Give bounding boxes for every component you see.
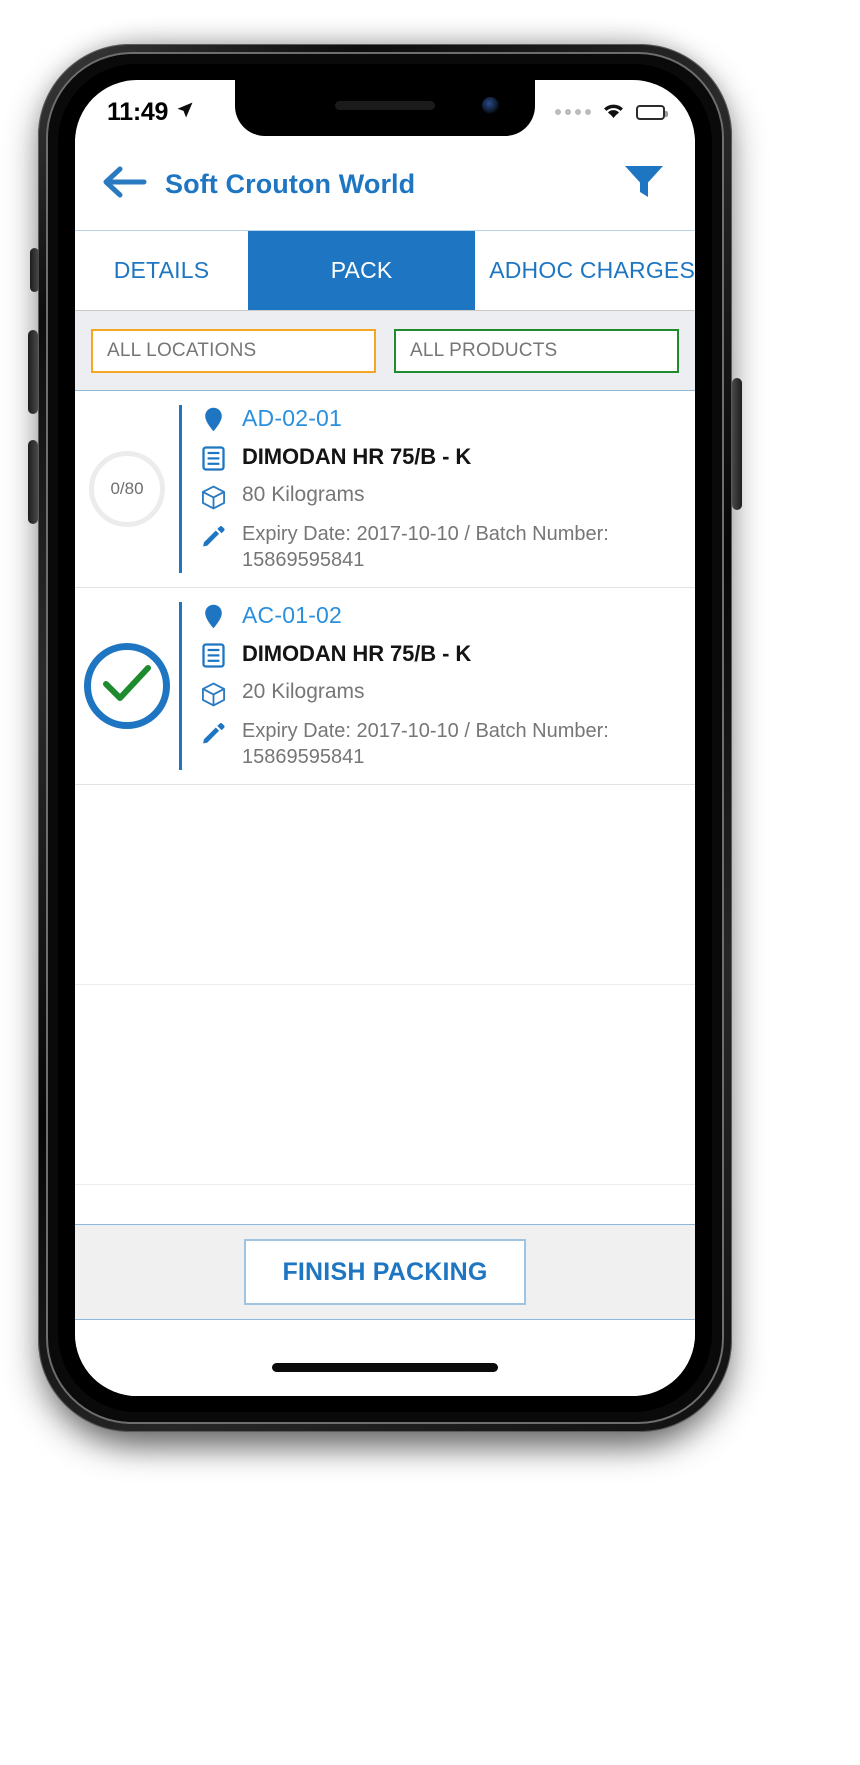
filter-row: ALL LOCATIONS ALL PRODUCTS <box>75 310 695 390</box>
pack-product-value: DIMODAN HR 75/B - K <box>242 641 472 667</box>
filter-button[interactable] <box>619 159 669 209</box>
pack-meta-line: Expiry Date: 2017-10-10 / Batch Number: … <box>200 719 685 770</box>
progress-ring-pending: 0/80 <box>89 451 165 528</box>
filter-all-locations-label: ALL LOCATIONS <box>107 339 257 361</box>
document-lines-icon <box>200 444 226 471</box>
empty-list-row <box>75 785 695 986</box>
pack-detail-cell: AC-01-02 DIMODAN HR 75/B - K 20 Kilogram… <box>179 602 695 771</box>
filter-all-products[interactable]: ALL PRODUCTS <box>394 328 679 373</box>
package-box-icon <box>200 680 226 707</box>
earpiece-speaker <box>335 101 435 110</box>
package-box-icon <box>200 483 226 510</box>
pack-product-value: DIMODAN HR 75/B - K <box>242 444 472 469</box>
pack-location-value: AC-01-02 <box>242 602 343 629</box>
filter-all-products-label: ALL PRODUCTS <box>410 339 558 361</box>
status-bar-clock: 11:49 <box>107 97 169 126</box>
pack-meta-value: Expiry Date: 2017-10-10 / Batch Number: … <box>242 523 609 571</box>
home-indicator-area <box>75 1320 695 1396</box>
status-bar-left: 11:49 <box>107 98 195 127</box>
tab-bar: DETAILS PACK ADHOC CHARGES <box>75 230 695 310</box>
home-indicator[interactable] <box>272 1363 498 1372</box>
pack-quantity-line: 80 Kilograms <box>200 483 685 510</box>
pack-quantity-value: 80 Kilograms <box>242 483 365 506</box>
signal-dots-icon <box>555 109 591 115</box>
pencil-edit-icon <box>200 719 226 745</box>
map-pin-icon <box>200 602 226 629</box>
green-check-icon <box>101 663 153 710</box>
bottom-action-bar: FINISH PACKING <box>75 1224 695 1320</box>
screenshot-stage: 11:49 Soft Crouton World DETAILS PACK AD… <box>0 0 860 1765</box>
volume-up-button[interactable] <box>28 330 38 414</box>
pack-list[interactable]: 0/80 AD-02-01 DIMODAN HR 75/B - K 80 Kil… <box>75 390 695 1256</box>
silent-switch-button[interactable] <box>30 248 39 292</box>
filter-funnel-icon <box>623 163 665 206</box>
location-arrow-icon <box>175 100 195 125</box>
volume-down-button[interactable] <box>28 440 38 524</box>
pack-location-line: AC-01-02 <box>200 602 685 629</box>
document-lines-icon <box>200 641 226 668</box>
tab-details-label: DETAILS <box>113 257 210 283</box>
progress-ring-complete <box>84 643 170 730</box>
empty-list-row <box>75 985 695 1186</box>
pencil-edit-icon <box>200 522 226 548</box>
table-row[interactable]: 0/80 AD-02-01 DIMODAN HR 75/B - K 80 Kil… <box>75 391 695 589</box>
page-title: Soft Crouton World <box>165 168 416 199</box>
phone-screen: 11:49 Soft Crouton World DETAILS PACK AD… <box>75 80 695 1396</box>
battery-icon <box>636 104 668 120</box>
wifi-icon <box>600 100 627 125</box>
status-bar-right <box>555 100 668 125</box>
pack-meta-value: Expiry Date: 2017-10-10 / Batch Number: … <box>242 720 609 768</box>
filter-all-locations[interactable]: ALL LOCATIONS <box>91 328 376 373</box>
pack-location-line: AD-02-01 <box>200 405 685 432</box>
progress-ring-label: 0/80 <box>110 479 144 499</box>
finish-packing-button[interactable]: FINISH PACKING <box>244 1239 526 1305</box>
pack-location-value: AD-02-01 <box>242 405 343 431</box>
tab-adhoc-charges[interactable]: ADHOC CHARGES <box>475 231 695 310</box>
tab-adhoc-charges-label: ADHOC CHARGES <box>489 257 695 283</box>
power-button[interactable] <box>732 378 742 510</box>
pack-quantity-value: 20 Kilograms <box>242 680 365 704</box>
pack-detail-cell: AD-02-01 DIMODAN HR 75/B - K 80 Kilogram… <box>179 405 695 574</box>
device-notch <box>235 80 535 136</box>
app-bar: Soft Crouton World <box>75 138 695 230</box>
table-row[interactable]: AC-01-02 DIMODAN HR 75/B - K 20 Kilogram… <box>75 588 695 786</box>
tab-pack-label: PACK <box>330 257 393 283</box>
pack-product-line: DIMODAN HR 75/B - K <box>200 444 685 471</box>
pack-status-cell[interactable] <box>75 602 179 770</box>
pack-status-cell[interactable]: 0/80 <box>75 405 179 573</box>
front-camera <box>482 97 499 114</box>
finish-packing-label: FINISH PACKING <box>282 1257 488 1286</box>
map-pin-icon <box>200 405 226 432</box>
pack-meta-line: Expiry Date: 2017-10-10 / Batch Number: … <box>200 522 685 573</box>
tab-pack[interactable]: PACK <box>247 231 476 310</box>
back-button[interactable] <box>99 158 151 210</box>
pack-product-line: DIMODAN HR 75/B - K <box>200 641 685 668</box>
back-arrow-icon <box>103 165 147 204</box>
tab-details[interactable]: DETAILS <box>75 231 248 310</box>
pack-quantity-line: 20 Kilograms <box>200 680 685 707</box>
